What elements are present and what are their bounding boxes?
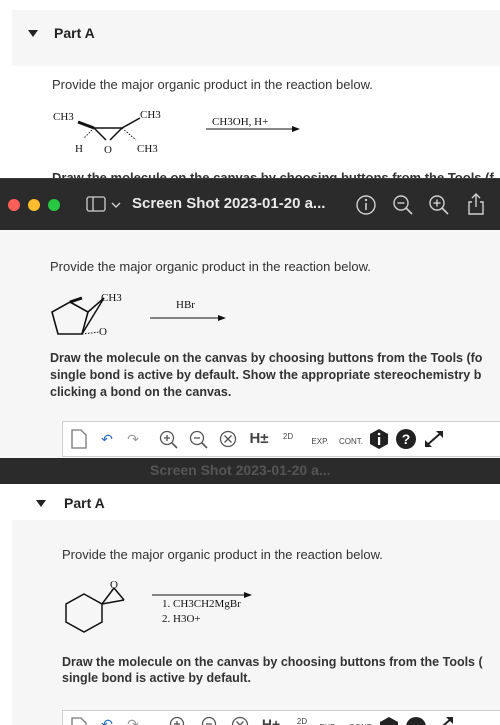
- expand-button[interactable]: EXP.: [315, 717, 341, 725]
- fullscreen-icon[interactable]: [433, 715, 455, 725]
- hydrogen-toggle-button[interactable]: H±: [247, 428, 271, 450]
- info-hexagon-icon[interactable]: [379, 716, 399, 725]
- zoom-out-icon[interactable]: [392, 194, 414, 216]
- part-label: Part A: [54, 25, 95, 41]
- svg-text:?: ?: [402, 431, 411, 447]
- contract-button[interactable]: CONT.: [347, 717, 375, 725]
- question-panel-1: Part A Provide the major organic product…: [0, 0, 500, 180]
- instruction-line-1: Draw the molecule on the canvas by choos…: [50, 351, 483, 365]
- zoom-out-tool-icon[interactable]: [189, 430, 209, 450]
- ch3-bond-top: [121, 117, 141, 129]
- preview-window-titlebar: Screen Shot 2023-01-20 a...: [0, 178, 500, 230]
- undo-icon[interactable]: ↶: [97, 428, 117, 450]
- ch3-left-label: CH3: [53, 111, 74, 123]
- oxygen-label: O: [110, 579, 118, 591]
- ch3-label: CH3: [101, 292, 122, 304]
- instruction-line-2: single bond is active by default. Show t…: [50, 368, 482, 382]
- oxygen-label: O: [104, 144, 112, 156]
- co-bond-left: [93, 127, 107, 141]
- collapse-caret-icon[interactable]: [28, 30, 38, 37]
- part-label: Part A: [64, 495, 105, 511]
- hash-bond-o: [81, 331, 101, 335]
- reagent-label: HBr: [176, 299, 195, 311]
- document-icon[interactable]: [71, 429, 87, 449]
- zoom-in-tool-icon[interactable]: [169, 716, 189, 725]
- h-label: H: [75, 143, 83, 155]
- close-window-button[interactable]: [8, 199, 20, 211]
- instruction-line-2: single bond is active by default.: [62, 671, 251, 685]
- help-icon[interactable]: [405, 716, 427, 725]
- help-icon[interactable]: ?: [395, 428, 417, 450]
- reagent-step-2: 2. H3O+: [162, 613, 201, 625]
- part-a-header[interactable]: Part A: [12, 10, 500, 66]
- clear-canvas-icon[interactable]: [219, 430, 239, 450]
- redo-icon[interactable]: ↷: [123, 713, 143, 725]
- question-panel-2: Provide the major organic product in the…: [0, 230, 500, 458]
- reaction-arrow-icon: [150, 315, 226, 321]
- 2d-toggle-button[interactable]: 2D: [277, 426, 299, 448]
- zoom-window-button[interactable]: [48, 199, 60, 211]
- clear-canvas-icon[interactable]: [231, 716, 251, 725]
- wedge-bond: [77, 120, 95, 130]
- zoom-out-tool-icon[interactable]: [201, 716, 221, 725]
- reaction-arrow-icon: [206, 126, 300, 132]
- background-window-titlebar: Screen Shot 2023-01-20 a...: [0, 458, 500, 484]
- expand-button[interactable]: EXP.: [307, 431, 333, 453]
- zoom-in-icon[interactable]: [428, 194, 450, 216]
- zoom-in-tool-icon[interactable]: [159, 430, 179, 450]
- sidebar-toggle-icon[interactable]: [86, 196, 106, 212]
- ghost-window-title: Screen Shot 2023-01-20 a...: [150, 462, 331, 478]
- drawing-toolbar: ↶ ↷ H+ 2D EXP. CONT.: [62, 710, 500, 725]
- wedge-bond: [69, 296, 83, 304]
- minimize-window-button[interactable]: [28, 199, 40, 211]
- info-icon[interactable]: [355, 194, 377, 216]
- fullscreen-icon[interactable]: [423, 429, 445, 449]
- ch3-top-label: CH3: [140, 109, 161, 121]
- question-panel-3: Part A Provide the major organic product…: [0, 484, 500, 725]
- instruction-line-3: clicking a bond on the canvas.: [50, 385, 232, 399]
- co-bond-right: [109, 127, 123, 141]
- window-title: Screen Shot 2023-01-20 a...: [132, 195, 326, 212]
- hash-bond-ch3: [121, 127, 137, 141]
- hash-bond-h: [83, 127, 95, 139]
- chevron-down-icon[interactable]: [111, 201, 121, 209]
- drawing-toolbar: ↶ ↷ H± 2D EXP. CONT. ?: [62, 421, 500, 457]
- oxygen-label: O: [99, 326, 107, 338]
- question-prompt: Provide the major organic product in the…: [50, 259, 371, 274]
- contract-button[interactable]: CONT.: [337, 431, 365, 453]
- reagent-step-1: 1. CH3CH2MgBr: [162, 598, 241, 610]
- question-prompt: Provide the major organic product in the…: [52, 77, 373, 92]
- 2d-toggle-button[interactable]: 2D: [291, 711, 313, 725]
- ch3-bottom-label: CH3: [137, 143, 158, 155]
- info-hexagon-icon[interactable]: [369, 428, 389, 450]
- spiro-epoxide-diagram: [65, 587, 125, 633]
- undo-icon[interactable]: ↶: [97, 713, 117, 725]
- hydrogen-toggle-button[interactable]: H+: [259, 713, 283, 725]
- instruction-line-1: Draw the molecule on the canvas by choos…: [62, 655, 483, 669]
- share-icon[interactable]: [466, 192, 486, 216]
- question-prompt: Provide the major organic product in the…: [62, 547, 383, 562]
- document-icon[interactable]: [71, 717, 87, 725]
- collapse-caret-icon[interactable]: [36, 500, 46, 507]
- part-a-header[interactable]: Part A: [12, 484, 500, 520]
- redo-icon[interactable]: ↷: [123, 428, 143, 450]
